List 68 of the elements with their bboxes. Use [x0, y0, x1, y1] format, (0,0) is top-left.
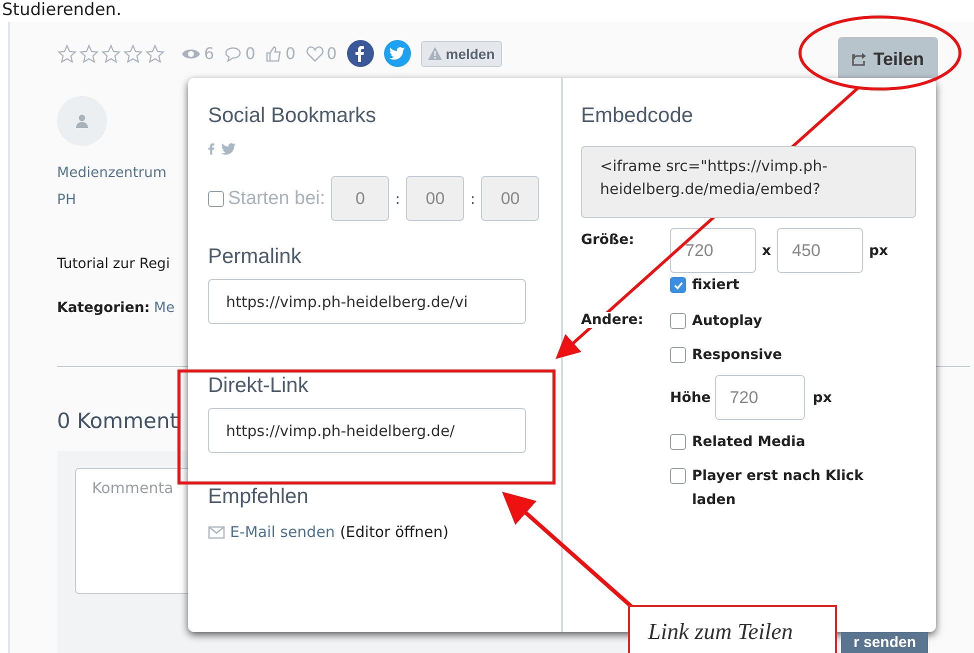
- height-field[interactable]: 720: [714, 375, 805, 420]
- checkbox[interactable]: [670, 347, 686, 363]
- share-button[interactable]: Teilen: [838, 37, 938, 82]
- twitter-icon[interactable]: [384, 40, 411, 67]
- other-label: Andere:: [581, 312, 644, 328]
- unit-label: px: [812, 390, 832, 406]
- envelope-icon: [208, 526, 225, 538]
- embedcode-label: Embedcode: [581, 104, 694, 128]
- checkbox[interactable]: [670, 468, 686, 484]
- star-icon: [79, 44, 99, 64]
- report-button[interactable]: melden: [420, 40, 502, 66]
- start-at-label: Starten bei:: [228, 188, 326, 210]
- warning-icon: [428, 47, 442, 60]
- size-separator: x: [762, 242, 772, 258]
- height-label: Höhe: [670, 390, 711, 406]
- time-separator: :: [394, 190, 402, 208]
- favorite-count: 0: [326, 44, 337, 63]
- comments-heading: 0 Komment: [57, 409, 178, 433]
- person-icon: [76, 114, 88, 128]
- time-field[interactable]: 00: [406, 176, 464, 221]
- like-count: 0: [285, 44, 296, 63]
- annotation-callout: Link zum Teilen: [628, 605, 837, 653]
- heart-icon: [306, 46, 324, 62]
- view-count: 6: [204, 44, 214, 63]
- embed-code-field[interactable]: <iframe src="https://vimp.ph- heidelberg.de/media/embed?: [581, 146, 916, 218]
- star-icon: [145, 44, 165, 64]
- category-link[interactable]: Me: [154, 300, 175, 316]
- thumbs-up-icon: [265, 45, 282, 62]
- rating-stars[interactable]: [57, 44, 165, 64]
- author-link[interactable]: Medienzentrum PH: [57, 160, 185, 214]
- eye-icon: [181, 46, 201, 60]
- comment-count: 0: [245, 44, 256, 63]
- option-label: Related Media: [692, 433, 806, 452]
- time-field[interactable]: 00: [481, 176, 540, 221]
- submit-button[interactable]: r senden: [841, 632, 928, 653]
- option-label: Autoplay: [692, 312, 764, 331]
- star-icon: [101, 44, 121, 64]
- direct-link-field[interactable]: https://vimp.ph-heidelberg.de/: [208, 408, 526, 453]
- recommend-label: Empfehlen: [208, 485, 310, 509]
- permalink-label: Permalink: [208, 245, 302, 269]
- direct-link-label: Direkt-Link: [208, 374, 310, 398]
- width-field[interactable]: 720: [670, 228, 756, 273]
- checkbox[interactable]: [670, 434, 686, 450]
- option-label: Responsive: [692, 346, 783, 365]
- share-icon: [852, 52, 868, 67]
- checkbox[interactable]: [208, 190, 224, 206]
- facebook-icon[interactable]: [346, 40, 374, 67]
- checkbox[interactable]: [670, 313, 686, 329]
- size-label: Größe:: [581, 232, 636, 248]
- description-text: Tutorial zur Regi: [57, 256, 170, 272]
- intro-text: Studierenden.: [1, 0, 122, 20]
- star-icon: [57, 44, 77, 64]
- categories-label: Kategorien:: [57, 300, 150, 316]
- time-separator: :: [469, 190, 476, 208]
- editor-note: (Editor öffnen): [340, 523, 449, 541]
- twitter-icon[interactable]: [221, 143, 236, 155]
- height-field[interactable]: 450: [777, 228, 864, 273]
- section-heading: Social Bookmarks: [208, 104, 378, 128]
- fixed-label: fixiert: [692, 277, 740, 293]
- email-link[interactable]: E-Mail senden: [230, 523, 335, 541]
- time-field[interactable]: 0: [331, 176, 390, 221]
- speech-bubble-icon: [224, 46, 242, 62]
- permalink-field[interactable]: https://vimp.ph-heidelberg.de/vi: [208, 279, 526, 324]
- checkbox[interactable]: [670, 277, 686, 293]
- checkmark-icon: [672, 280, 684, 290]
- option-label: Player erst nach Klick laden: [692, 467, 864, 510]
- unit-label: px: [869, 242, 888, 258]
- star-icon: [123, 44, 143, 64]
